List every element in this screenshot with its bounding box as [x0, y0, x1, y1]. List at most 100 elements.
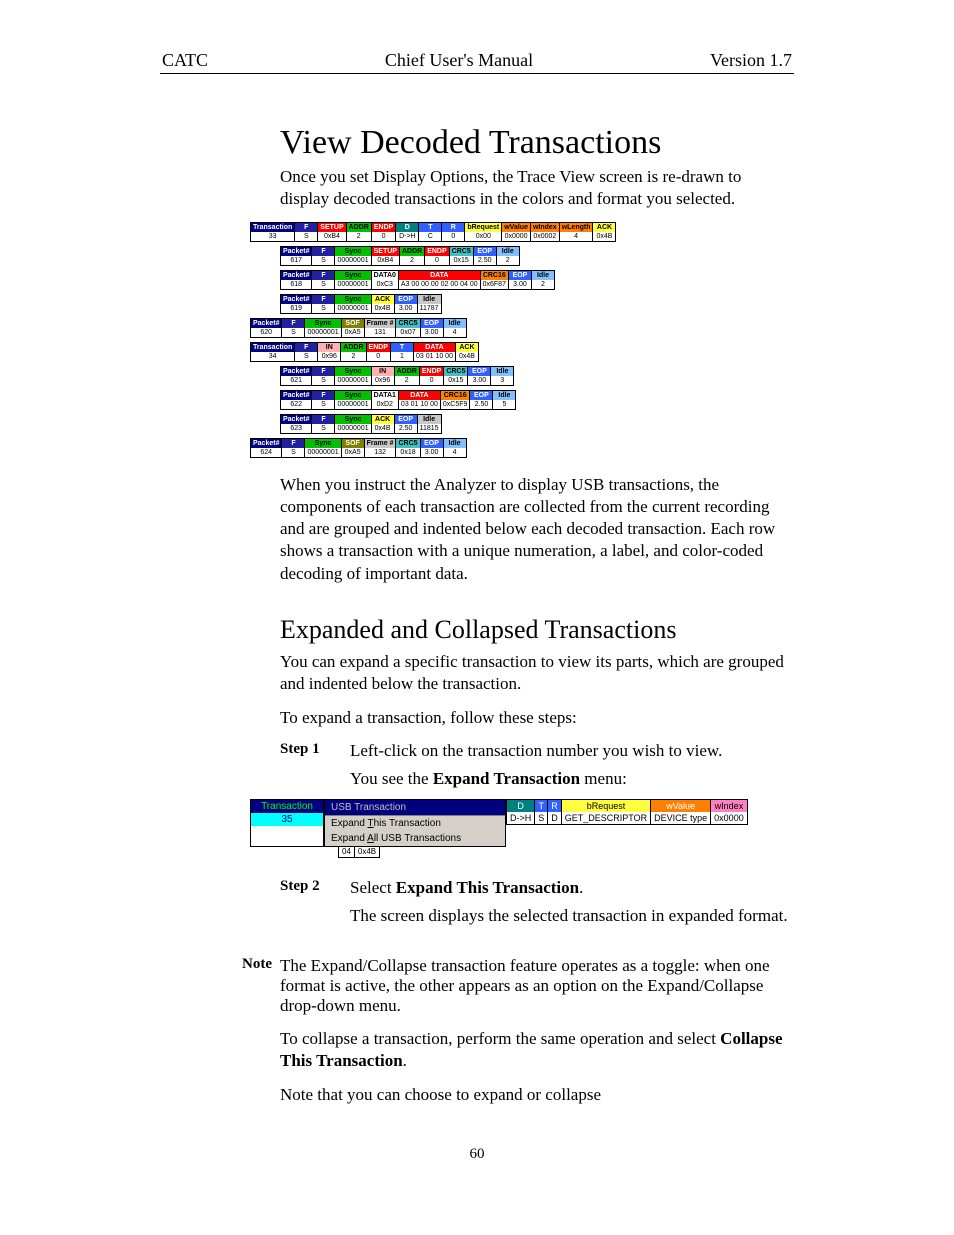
field-cell: 0x4B: [355, 846, 380, 858]
trace-cell: Sync00000001: [335, 366, 371, 386]
trace-cell: wIndex0x0002: [531, 222, 560, 242]
trailing-paragraph: Note that you can choose to expand or co…: [280, 1084, 794, 1106]
trace-cell: Idle2: [497, 246, 520, 266]
trace-cell: CRC50x15: [450, 246, 474, 266]
trace-row: Packet#621FSSync00000001IN0x96ADDR2ENDP0…: [280, 366, 700, 386]
running-header: CATC Chief User's Manual Version 1.7: [160, 50, 794, 74]
step-2-label: Step 2: [280, 878, 350, 898]
trace-cell: Packet#621: [280, 366, 312, 386]
trace-cell: DATA00xC3: [372, 270, 399, 290]
trace-cell: Idle2: [532, 270, 555, 290]
field-cell: 04: [338, 846, 355, 858]
trace-cell: Packet#623: [280, 414, 312, 434]
trace-cell: CRC50x07: [396, 318, 420, 338]
note: Note The Expand/Collapse transaction fea…: [225, 956, 794, 1016]
step-1-text: Left-click on the transaction number you…: [350, 741, 794, 761]
trace-cell: ADDR2: [347, 222, 372, 242]
trace-row: Packet#623FSSync00000001ACK0x4BEOP2.50Id…: [280, 414, 700, 434]
trace-cell: Packet#622: [280, 390, 312, 410]
trace-cell: DATAA3 00 00 00 02 00 04 00: [399, 270, 481, 290]
trace-cell: IN0x96: [372, 366, 395, 386]
transaction-number: 35: [251, 813, 323, 826]
menu-item-expand-this[interactable]: Expand This Transaction: [325, 816, 505, 831]
trace-cell: DD->H: [396, 222, 419, 242]
expand-steps-intro: To expand a transaction, follow these st…: [280, 707, 794, 729]
field-cell: TS: [535, 799, 548, 825]
step-1: Step 1 Left-click on the transaction num…: [280, 741, 794, 761]
trace-cell: FS: [312, 414, 335, 434]
trace-cell: Packet#617: [280, 246, 312, 266]
trace-cell: ACK0x4B: [372, 294, 395, 314]
trace-cell: ENDP0: [372, 222, 396, 242]
trace-cell: ENDP0: [367, 342, 391, 362]
trace-cell: DATA03 01 10 00: [399, 390, 441, 410]
trace-cell: SETUP0xB4: [372, 246, 400, 266]
trace-cell: FS: [312, 246, 335, 266]
trace-cell: Idle11815: [418, 414, 442, 434]
trace-cell: FS: [312, 390, 335, 410]
trace-cell: EOP2.50: [470, 390, 493, 410]
field-cell: DD->H: [506, 799, 535, 825]
context-menu: USB Transaction Expand This Transaction …: [324, 799, 506, 847]
transaction-cell[interactable]: Transaction 35: [250, 799, 324, 847]
trace-cell: SOF0xA5: [342, 318, 365, 338]
trace-cell: ADDR2: [341, 342, 366, 362]
trace-cell: FS: [282, 438, 305, 458]
step-2-text: Select Expand This Transaction.: [350, 878, 794, 898]
section-heading: Expanded and Collapsed Transactions: [280, 615, 794, 645]
trace-cell: ACK0x4B: [372, 414, 395, 434]
trace-cell: Sync00000001: [335, 246, 371, 266]
trace-cell: DATA10xD2: [372, 390, 399, 410]
trace-cell: EOP3.00: [509, 270, 532, 290]
trace-cell: EOP2.50: [474, 246, 497, 266]
decoded-transactions-figure: Transaction33FSSETUP0xB4ADDR2ENDP0DD->HT…: [250, 222, 700, 458]
note-label: Note: [225, 956, 280, 1016]
trace-cell: ACK0x4B: [456, 342, 479, 362]
trace-cell: ACK0x4B: [593, 222, 616, 242]
field-cell: RD: [548, 799, 562, 825]
trace-cell: bRequest0x00: [465, 222, 502, 242]
trace-cell: T1: [391, 342, 414, 362]
trace-cell: ENDP0: [420, 366, 444, 386]
step-1-result: You see the Expand Transaction menu:: [350, 769, 794, 789]
page-title: View Decoded Transactions: [280, 124, 794, 162]
trace-cell: SOF0xA5: [342, 438, 365, 458]
step-2: Step 2 Select Expand This Transaction.: [280, 878, 794, 898]
trace-cell: FS: [312, 294, 335, 314]
trace-cell: Sync00000001: [305, 318, 341, 338]
trace-cell: wValue0x0000: [502, 222, 531, 242]
expand-menu-figure: Transaction 35 USB Transaction Expand Th…: [250, 799, 810, 858]
trace-cell: CRC50x15: [444, 366, 468, 386]
trace-cell: R0: [442, 222, 465, 242]
collapse-paragraph: To collapse a transaction, perform the s…: [280, 1028, 794, 1072]
trace-cell: TC: [419, 222, 442, 242]
trace-cell: Packet#618: [280, 270, 312, 290]
trace-cell: EOP3.00: [468, 366, 491, 386]
trace-cell: FS: [295, 222, 318, 242]
trace-cell: CRC160xC5F9: [441, 390, 471, 410]
trace-cell: SETUP0xB4: [318, 222, 346, 242]
transaction-header: Transaction: [251, 800, 323, 813]
trace-cell: Sync00000001: [305, 438, 341, 458]
menu-item-expand-all[interactable]: Expand All USB Transactions: [325, 831, 505, 846]
trace-cell: ADDR2: [395, 366, 420, 386]
trace-cell: Sync00000001: [335, 390, 371, 410]
trace-cell: Frame #132: [365, 438, 397, 458]
trace-row: Transaction34FSIN0x96ADDR2ENDP0T1DATA03 …: [250, 342, 700, 362]
trace-row: Packet#624FSSync00000001SOF0xA5Frame #13…: [250, 438, 700, 458]
context-menu-title: USB Transaction: [325, 800, 505, 816]
step-2-result: The screen displays the selected transac…: [350, 906, 794, 926]
field-cell: bRequestGET_DESCRIPTOR: [562, 799, 651, 825]
trace-cell: Sync00000001: [335, 270, 371, 290]
trace-row: Packet#622FSSync00000001DATA10xD2DATA03 …: [280, 390, 700, 410]
trace-row: Transaction33FSSETUP0xB4ADDR2ENDP0DD->HT…: [250, 222, 700, 242]
trace-cell: FS: [295, 342, 318, 362]
trace-cell: EOP2.50: [395, 414, 418, 434]
trace-cell: Sync00000001: [335, 294, 371, 314]
trace-cell: Transaction33: [250, 222, 295, 242]
trace-cell: Packet#619: [280, 294, 312, 314]
trace-cell: Idle11787: [418, 294, 442, 314]
intro-paragraph: Once you set Display Options, the Trace …: [280, 166, 794, 210]
trace-cell: DATA03 01 10 00: [414, 342, 456, 362]
trace-cell: FS: [282, 318, 305, 338]
